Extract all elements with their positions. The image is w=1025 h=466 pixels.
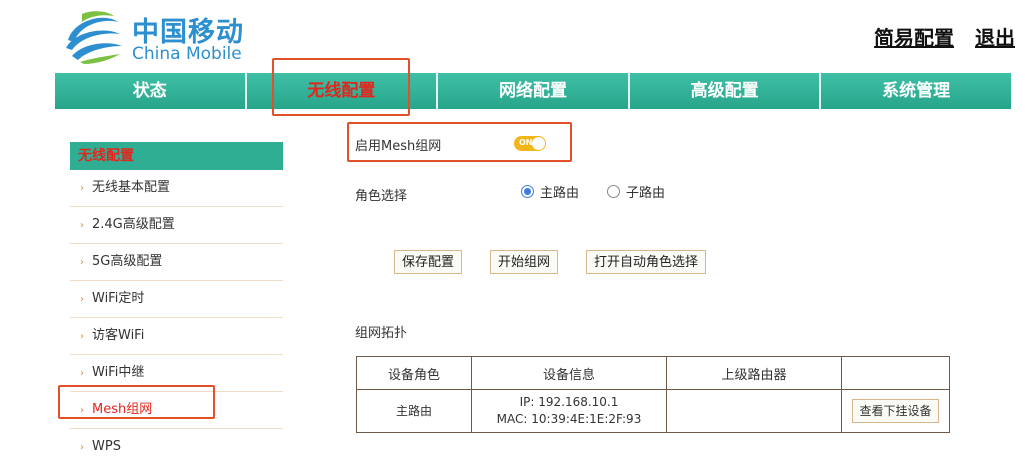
sidebar-item-guest-wifi[interactable]: › 访客WiFi xyxy=(70,318,283,355)
toggle-knob xyxy=(532,137,545,150)
sidebar-item-label: 5G高级配置 xyxy=(92,254,163,269)
sidebar: 无线配置 › 无线基本配置 › 2.4G高级配置 › 5G高级配置 › WiFi定时 ›… xyxy=(70,142,283,465)
tab-status[interactable]: 状态 xyxy=(55,73,247,109)
tab-advanced-config[interactable]: 高级配置 xyxy=(629,73,822,109)
mesh-enable-toggle[interactable]: ON xyxy=(514,136,546,151)
logout-link[interactable]: 退出 xyxy=(975,26,1015,50)
sidebar-item-wifi-timer[interactable]: › WiFi定时 xyxy=(70,281,283,318)
sidebar-item-label: WiFi中继 xyxy=(92,365,145,380)
radio-label: 子路由 xyxy=(626,186,666,201)
tab-network-config[interactable]: 网络配置 xyxy=(438,73,630,109)
column-header: 上级路由器 xyxy=(666,356,842,390)
chevron-right-icon: › xyxy=(80,220,84,231)
simple-config-link[interactable]: 简易配置 xyxy=(874,26,954,50)
sidebar-item-mesh[interactable]: › Mesh组网 xyxy=(70,392,283,429)
column-header: 设备角色 xyxy=(356,356,472,390)
sidebar-item-label: WPS xyxy=(92,439,121,454)
start-mesh-button[interactable]: 开始组网 xyxy=(490,250,559,274)
save-config-button[interactable]: 保存配置 xyxy=(394,250,463,274)
chevron-right-icon: › xyxy=(80,331,84,342)
radio-label: 主路由 xyxy=(540,186,580,201)
chevron-right-icon: › xyxy=(80,405,84,416)
sidebar-item-label: 无线基本配置 xyxy=(92,180,171,195)
table-row: 主路由 IP: 192.168.10.1 MAC: 10:39:4E:1E:2F… xyxy=(356,389,950,433)
chevron-right-icon: › xyxy=(80,368,84,379)
sidebar-title: 无线配置 xyxy=(70,142,283,170)
topology-label: 组网拓扑 xyxy=(355,326,408,341)
radio-sub-router[interactable]: 子路由 xyxy=(607,182,665,201)
chevron-right-icon: › xyxy=(80,257,84,268)
logo-english-text: China Mobile xyxy=(132,44,242,64)
table-header-row: 设备角色 设备信息 上级路由器 xyxy=(356,356,950,390)
sidebar-item-label: Mesh组网 xyxy=(92,402,153,417)
main-nav: 状态 无线配置 网络配置 高级配置 系统管理 xyxy=(55,73,1011,109)
radio-selected-icon xyxy=(521,185,534,198)
chevron-right-icon: › xyxy=(80,294,84,305)
device-info-cell: IP: 192.168.10.1 MAC: 10:39:4E:1E:2F:93 xyxy=(471,389,667,433)
top-links: 简易配置 退出 xyxy=(860,22,1015,51)
toggle-text: ON xyxy=(519,138,533,147)
tab-wireless-config[interactable]: 无线配置 xyxy=(246,73,439,109)
action-cell: 查看下挂设备 xyxy=(841,389,950,433)
radio-main-router[interactable]: 主路由 xyxy=(521,182,579,201)
auto-role-button[interactable]: 打开自动角色选择 xyxy=(586,250,707,274)
sidebar-item-label: WiFi定时 xyxy=(92,291,145,306)
mesh-enable-label: 启用Mesh组网 xyxy=(355,139,442,154)
view-connected-devices-button[interactable]: 查看下挂设备 xyxy=(852,399,939,423)
china-mobile-logo-icon xyxy=(66,11,122,64)
column-header: 设备信息 xyxy=(471,356,667,390)
device-role-cell: 主路由 xyxy=(356,389,472,433)
column-header xyxy=(841,356,950,390)
sidebar-item-24g-advanced[interactable]: › 2.4G高级配置 xyxy=(70,207,283,244)
device-ip: IP: 192.168.10.1 xyxy=(519,395,619,409)
topology-table: 设备角色 设备信息 上级路由器 主路由 IP: 192.168.10.1 MAC… xyxy=(356,356,950,433)
china-mobile-logo: 中国移动 China Mobile xyxy=(60,6,260,66)
device-mac: MAC: 10:39:4E:1E:2F:93 xyxy=(496,412,642,426)
sidebar-item-label: 访客WiFi xyxy=(92,328,145,343)
chevron-right-icon: › xyxy=(80,183,84,194)
chevron-right-icon: › xyxy=(80,442,84,453)
sidebar-item-wifi-repeater[interactable]: › WiFi中继 xyxy=(70,355,283,392)
sidebar-item-wireless-basic[interactable]: › 无线基本配置 xyxy=(70,170,283,207)
radio-unselected-icon xyxy=(607,185,620,198)
role-select-label: 角色选择 xyxy=(355,189,408,204)
sidebar-item-wps[interactable]: › WPS xyxy=(70,429,283,465)
tab-system-management[interactable]: 系统管理 xyxy=(821,73,1011,109)
upper-router-cell xyxy=(666,389,842,433)
sidebar-item-label: 2.4G高级配置 xyxy=(92,217,175,232)
sidebar-item-5g-advanced[interactable]: › 5G高级配置 xyxy=(70,244,283,281)
